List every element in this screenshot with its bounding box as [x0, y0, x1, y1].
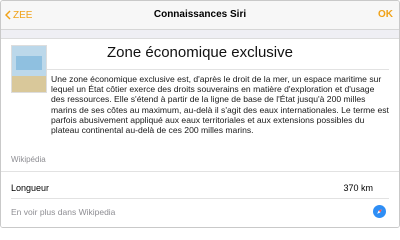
row-divider — [11, 198, 389, 199]
siri-knowledge-window: ZEE Connaissances Siri OK Zone économiqu… — [0, 0, 400, 228]
fact-label-length: Longueur — [11, 183, 50, 193]
navigation-bar: ZEE Connaissances Siri OK — [1, 1, 399, 30]
section-divider — [1, 171, 399, 172]
safari-compass-icon[interactable] — [373, 205, 386, 218]
description-text: Une zone économique exclusive est, d'apr… — [51, 74, 389, 136]
open-in-wikipedia-link[interactable]: En voir plus dans Wikipedia — [11, 207, 115, 217]
fact-value-length: 370 km — [343, 183, 373, 193]
source-label: Wikipédia — [11, 155, 46, 164]
card-title: Zone économique exclusive — [107, 44, 293, 61]
title-divider — [11, 69, 389, 70]
ok-button[interactable]: OK — [378, 9, 393, 20]
page-title: Connaissances Siri — [153, 9, 247, 20]
map-thumbnail[interactable] — [11, 45, 47, 93]
